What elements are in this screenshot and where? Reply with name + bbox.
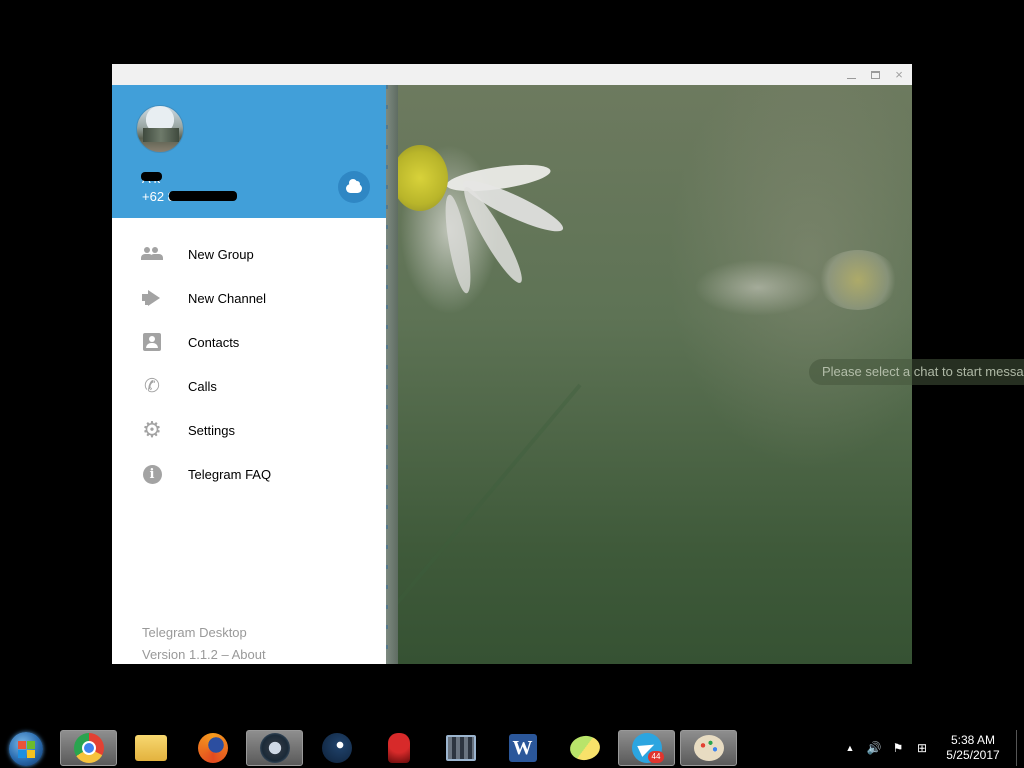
chrome-icon <box>73 733 104 763</box>
menu-item-new-group[interactable]: New Group <box>112 232 386 276</box>
taskbar-teamspeak[interactable] <box>246 730 303 766</box>
film-icon <box>445 735 476 761</box>
taskbar-telegram[interactable]: 44 <box>618 730 675 766</box>
cloud-icon <box>346 179 362 193</box>
folder-icon <box>134 735 167 761</box>
flower-stem <box>385 383 582 617</box>
redaction-mark <box>141 172 162 181</box>
about-link[interactable]: About <box>232 647 266 662</box>
action-center-flag-icon[interactable]: ⚑ <box>890 740 906 756</box>
taskbar-video[interactable] <box>432 730 489 766</box>
menu-item-contacts[interactable]: Contacts <box>112 320 386 364</box>
taskbar-firefox[interactable] <box>184 730 241 766</box>
avatar-photo <box>143 128 179 142</box>
info-icon: i <box>141 463 163 485</box>
telegram-window: × Please select a chat to start messagin… <box>112 64 1024 664</box>
menu-item-label: Calls <box>188 378 217 394</box>
menu-item-calls[interactable]: ✆ Calls <box>112 364 386 408</box>
profile-header: A k +62 8 0 <box>112 85 386 218</box>
show-desktop-button[interactable] <box>1016 730 1022 766</box>
app-name: Telegram Desktop <box>142 625 247 640</box>
main-menu: A k +62 8 0 New Group New Channel Contac… <box>112 85 386 664</box>
network-icon[interactable]: ⊞ <box>914 740 930 756</box>
chat-background[interactable]: Please select a chat to start messaging <box>385 85 1024 664</box>
taskbar-game[interactable] <box>370 730 427 766</box>
close-icon: × <box>895 67 903 82</box>
version-text: Version 1.1.2 – <box>142 647 232 662</box>
start-button[interactable] <box>6 730 46 768</box>
app-version: Version 1.1.2 – About <box>142 647 266 662</box>
volume-icon[interactable]: 🔊 <box>866 740 882 756</box>
menu-item-label: New Channel <box>188 290 267 306</box>
menu-item-label: Telegram FAQ <box>188 466 272 482</box>
taskbar-chrome[interactable] <box>60 730 117 766</box>
steam-icon <box>321 733 352 763</box>
menu-item-label: Settings <box>188 422 235 438</box>
unread-badge: 44 <box>648 751 664 763</box>
close-button[interactable]: × <box>889 66 909 83</box>
clock-date: 5/25/2017 <box>946 748 1000 762</box>
taskbar-explorer[interactable] <box>122 730 179 766</box>
maximize-button[interactable] <box>865 66 885 83</box>
contact-card-icon <box>141 331 163 353</box>
taskbar-paint[interactable] <box>680 730 737 766</box>
clock-time: 5:38 AM <box>950 733 996 747</box>
gear-icon: ⚙ <box>142 417 162 442</box>
menu-item-label: Contacts <box>188 334 240 350</box>
clock[interactable]: 5:38 AM 5/25/2017 <box>940 733 1006 763</box>
menu-item-faq[interactable]: i Telegram FAQ <box>112 452 386 496</box>
megaphone-icon <box>141 287 163 309</box>
menu-item-label: New Group <box>188 246 254 262</box>
show-hidden-icons-icon[interactable]: ▲ <box>842 740 858 756</box>
taskbar-word[interactable]: W <box>494 730 551 766</box>
taskbar: W 44 ▲ 🔊 ⚑ ⊞ 5:38 AM 5/25/2017 <box>0 728 1024 768</box>
game-icon <box>387 733 410 763</box>
minimize-icon <box>846 78 856 79</box>
taskbar-steam[interactable] <box>308 730 365 766</box>
desktop: × Please select a chat to start messagin… <box>0 0 1024 768</box>
firefox-icon <box>197 733 228 763</box>
notes-icon <box>567 734 602 762</box>
avatar[interactable] <box>136 105 184 153</box>
menu-item-settings[interactable]: ⚙ Settings <box>112 408 386 452</box>
word-icon: W <box>508 734 537 762</box>
saved-messages-button[interactable] <box>338 171 370 203</box>
blurred-flower <box>818 250 898 310</box>
redaction-mark <box>169 191 237 201</box>
taskbar-sticky-notes[interactable] <box>556 730 613 766</box>
flower-center <box>392 145 448 211</box>
minimize-button[interactable] <box>841 66 861 83</box>
teamspeak-icon <box>259 733 290 763</box>
system-tray: ▲ 🔊 ⚑ ⊞ 5:38 AM 5/25/2017 <box>840 728 1024 768</box>
group-icon <box>141 243 163 265</box>
title-bar[interactable]: × <box>112 64 912 85</box>
select-chat-hint: Please select a chat to start messaging <box>809 359 1024 385</box>
maximize-icon <box>870 70 880 79</box>
menu-item-new-channel[interactable]: New Channel <box>112 276 386 320</box>
phone-icon: ✆ <box>144 375 160 397</box>
paint-icon <box>693 735 724 761</box>
windows-logo-icon <box>9 732 43 766</box>
